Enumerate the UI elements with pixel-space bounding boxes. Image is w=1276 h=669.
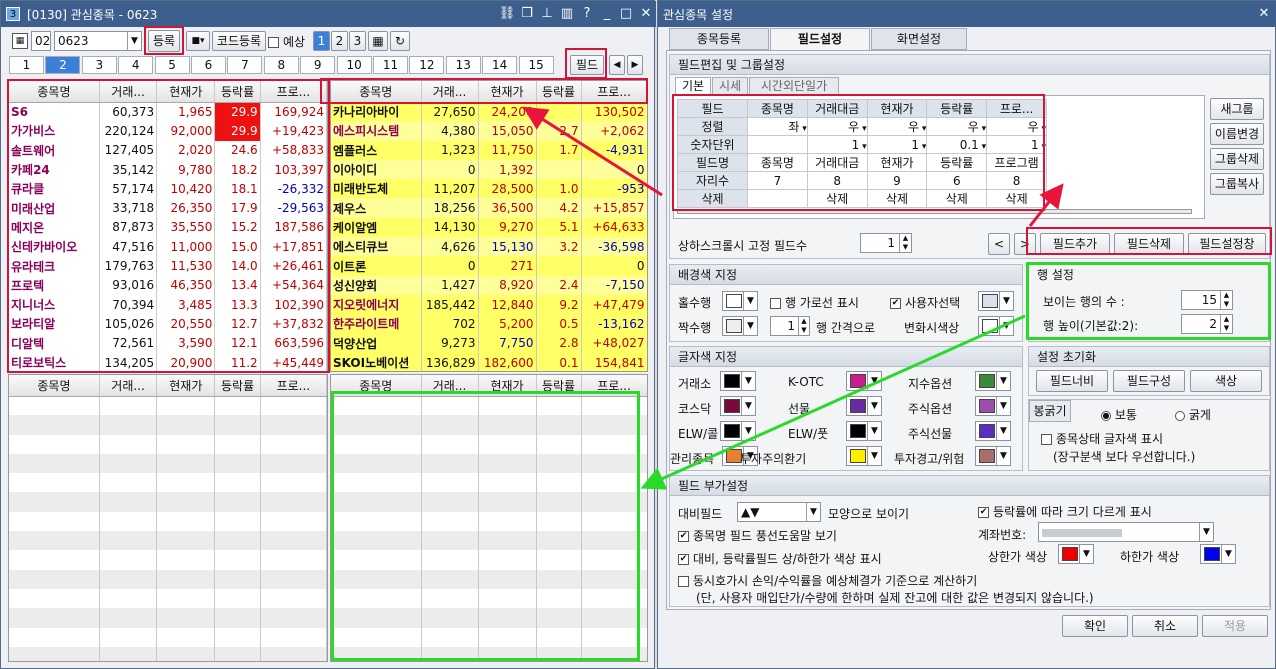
arrow-green-1: [640, 314, 1026, 490]
arrow-red-1: [522, 106, 663, 197]
annotation-arrows: [522, 106, 1064, 490]
arrow-red-2: [1028, 183, 1064, 227]
